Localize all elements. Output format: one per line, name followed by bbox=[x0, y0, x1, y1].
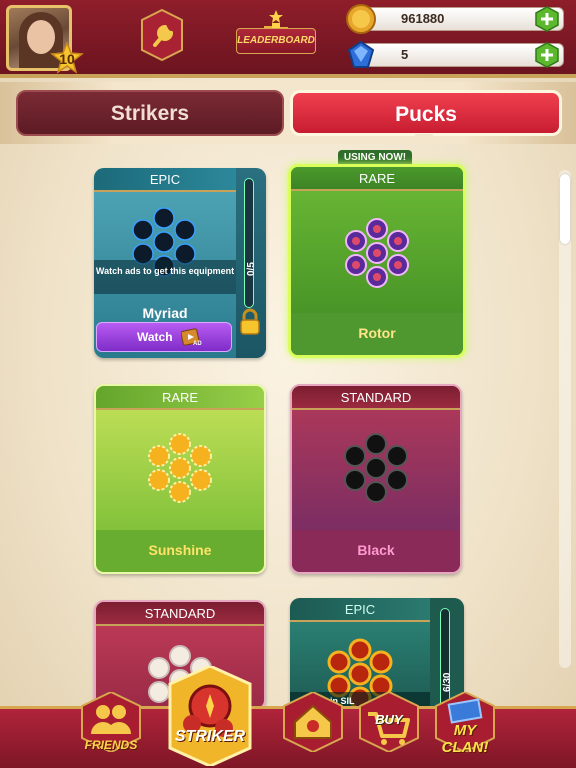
puck-name: Black bbox=[292, 530, 460, 572]
puck-set-image bbox=[345, 218, 409, 288]
friends-button[interactable]: FRIENDS bbox=[78, 690, 144, 768]
watch-label: Watch bbox=[137, 330, 173, 344]
tab-strikers[interactable]: Strikers bbox=[16, 90, 284, 136]
lock-icon bbox=[240, 308, 260, 335]
rarity-label: RARE bbox=[96, 386, 264, 410]
add-gems-button[interactable] bbox=[534, 42, 560, 68]
level-number: 10 bbox=[59, 51, 75, 67]
friends-label: FRIENDS bbox=[84, 738, 138, 752]
leaderboard-label: LEADERBOARD bbox=[236, 28, 316, 54]
rarity-label: RARE bbox=[291, 167, 463, 191]
top-bar: 10 LEADERBOARD 961880 5 bbox=[0, 0, 576, 78]
leaderboard-button[interactable]: LEADERBOARD bbox=[236, 10, 316, 60]
rarity-label: STANDARD bbox=[292, 386, 460, 410]
level-badge: 10 bbox=[50, 42, 84, 74]
watch-ad-button[interactable]: Watch AD bbox=[96, 322, 232, 352]
ads-progress-label: 0/5 bbox=[246, 262, 257, 276]
coin-icon bbox=[346, 4, 376, 34]
category-tab-strip: Strikers Pucks bbox=[0, 82, 576, 144]
watch-ads-message: Watch ads to get this equipment bbox=[94, 260, 236, 294]
active-tab-pointer bbox=[414, 134, 434, 144]
app-screen: { "header": { "level": "10", "leaderboar… bbox=[0, 0, 576, 768]
video-ad-icon: AD bbox=[181, 328, 202, 347]
puck-card-black[interactable]: STANDARD Black bbox=[290, 384, 462, 574]
home-button[interactable] bbox=[280, 690, 346, 768]
puck-card-rotor[interactable]: RARE Rotor bbox=[288, 164, 466, 358]
rarity-label: STANDARD bbox=[96, 602, 264, 626]
clan-button[interactable]: MY CLAN! bbox=[432, 690, 498, 768]
ads-progress-bar bbox=[244, 178, 254, 308]
puck-card-myriad[interactable]: EPIC Watch ads to get this equipment Myr… bbox=[94, 168, 266, 358]
puck-card-sunshine[interactable]: RARE Sunshine bbox=[94, 384, 266, 574]
striker-icon bbox=[168, 664, 252, 768]
puck-set-image bbox=[148, 433, 212, 503]
rarity-label: EPIC bbox=[94, 168, 236, 192]
ad-label: AD bbox=[193, 341, 202, 347]
wrench-icon bbox=[141, 8, 183, 62]
striker-button[interactable]: STRIKER bbox=[166, 664, 254, 768]
gem-icon bbox=[347, 40, 375, 68]
add-coins-button[interactable] bbox=[534, 6, 560, 32]
striker-label: STRIKER bbox=[174, 728, 246, 745]
progress-label: 6/30 bbox=[442, 672, 453, 692]
clan-label: MY CLAN! bbox=[441, 722, 489, 756]
puck-name: Sunshine bbox=[96, 530, 264, 572]
rarity-label: EPIC bbox=[290, 598, 430, 622]
settings-button[interactable] bbox=[138, 8, 186, 62]
buy-label: BUY bbox=[375, 712, 403, 727]
scrollbar-thumb[interactable] bbox=[560, 174, 570, 244]
tab-pucks[interactable]: Pucks bbox=[290, 90, 562, 136]
shop-button[interactable]: BUY bbox=[356, 690, 422, 768]
puck-name: Rotor bbox=[291, 313, 463, 355]
home-icon bbox=[283, 690, 343, 754]
puck-set-image bbox=[344, 433, 408, 503]
scrollbar-track[interactable] bbox=[559, 170, 571, 668]
